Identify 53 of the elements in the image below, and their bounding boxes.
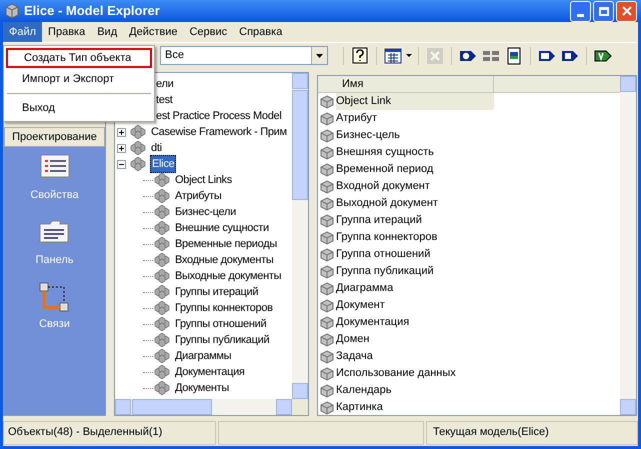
list-item[interactable]: Внешняя сущность — [336, 144, 434, 161]
list-item[interactable]: Группа итераций — [336, 212, 422, 229]
list-item[interactable]: Картинка — [336, 399, 383, 415]
tree-item[interactable]: Casewise Framework - Прим — [150, 124, 288, 140]
list-item[interactable]: Object Link — [336, 93, 494, 110]
tree-item[interactable]: Группы публикаций — [174, 332, 270, 348]
window-title: Elice - Model Explorer — [24, 2, 160, 20]
menu-item[interactable]: Правка — [42, 22, 92, 42]
tree-item[interactable]: test — [155, 92, 174, 108]
tree-item[interactable]: Внешние сущности — [174, 220, 270, 236]
list-item[interactable]: Группа коннекторов — [336, 229, 438, 246]
menu-item[interactable]: Вид — [91, 22, 124, 42]
filter-dropdown[interactable]: Все — [160, 46, 328, 65]
list-item[interactable]: Временной период — [336, 161, 434, 178]
tree-item[interactable]: ели — [155, 76, 174, 92]
menu-item[interactable]: Выход — [6, 98, 152, 118]
tree-item[interactable]: Диаграммы — [174, 348, 232, 364]
status-text: Объекты(48) - Выделенный(1) — [3, 420, 216, 444]
tree-item[interactable]: Группы отношений — [174, 316, 268, 332]
tree-item[interactable]: est Practice Process Model — [155, 108, 282, 124]
tree-item[interactable]: Атрибуты — [174, 188, 222, 204]
list-item[interactable]: Выходной документ — [336, 195, 438, 212]
list-item[interactable]: Группа публикаций — [336, 263, 434, 280]
tree-item[interactable]: Выходные документы — [174, 268, 282, 284]
tree-item[interactable]: Object Links — [174, 172, 233, 188]
tree-item[interactable]: Временные периоды — [174, 236, 278, 252]
tree-item[interactable]: Elice — [150, 154, 176, 174]
tree-item[interactable]: Входные документы — [174, 252, 274, 268]
list-item[interactable]: Задача — [336, 348, 373, 365]
list-item[interactable]: Документация — [336, 314, 410, 331]
menu-item[interactable]: Справка — [233, 22, 288, 42]
tree-item[interactable]: Бизнес-цели — [174, 204, 237, 220]
list-item[interactable]: Группа отношений — [336, 246, 430, 263]
menu-item[interactable]: Создать Тип объекта — [6, 48, 152, 68]
list-item[interactable]: Домен — [336, 331, 370, 348]
tree-item[interactable]: Группы коннекторов — [174, 300, 274, 316]
list-item[interactable]: Входной документ — [336, 178, 430, 195]
status-text: Текущая модель(Elice) — [426, 420, 638, 444]
list-item[interactable]: Атрибут — [336, 110, 377, 127]
tree-item[interactable]: Документы — [174, 380, 230, 396]
list-item[interactable]: Диаграмма — [336, 280, 394, 297]
menu-item[interactable]: Действие — [123, 22, 184, 42]
menu-item[interactable]: Сервис — [183, 22, 234, 42]
tree-item[interactable]: Документация — [174, 364, 246, 380]
menu-item[interactable]: Импорт и Экспорт — [6, 69, 152, 89]
menu-item[interactable]: Файл — [3, 22, 42, 42]
tree-item[interactable]: Группы итераций — [174, 284, 260, 300]
tree-item[interactable]: dti — [150, 140, 163, 156]
list-item[interactable]: Использование данных — [336, 365, 456, 382]
list-item[interactable]: Календарь — [336, 382, 392, 399]
list-item[interactable]: Бизнес-цель — [336, 127, 400, 144]
panel-header[interactable]: Проектирование — [4, 127, 105, 147]
list-item[interactable]: Документ — [336, 297, 385, 314]
